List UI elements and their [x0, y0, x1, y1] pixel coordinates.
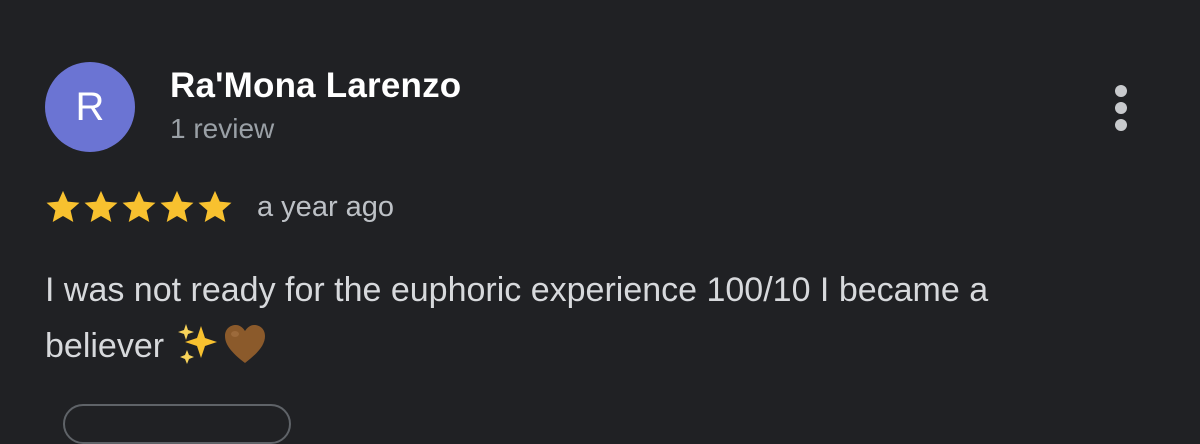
reviewer-name[interactable]: Ra'Mona Larenzo [170, 66, 461, 106]
brown-heart-icon [225, 325, 266, 364]
review-text-line-2: believer [45, 327, 165, 365]
avatar[interactable]: R [45, 62, 135, 152]
star-icon [46, 190, 80, 223]
star-icon [84, 190, 118, 223]
star-icon [198, 190, 232, 223]
action-chip[interactable] [63, 404, 291, 444]
star-icon [122, 190, 156, 223]
avatar-initial: R [75, 84, 105, 129]
more-vert-icon [1115, 85, 1127, 131]
star-icon [160, 190, 194, 223]
review-date: a year ago [257, 191, 395, 223]
star-rating [44, 188, 234, 226]
sparkles-icon [178, 324, 218, 365]
review-count: 1 review [170, 113, 275, 144]
review-card: R Ra'Mona Larenzo 1 review a year ago I … [0, 0, 1200, 444]
review-text-line-1: I was not ready for the euphoric experie… [45, 271, 989, 309]
more-options-button[interactable] [1101, 80, 1141, 136]
review-text: I was not ready for the euphoric experie… [45, 262, 1165, 374]
